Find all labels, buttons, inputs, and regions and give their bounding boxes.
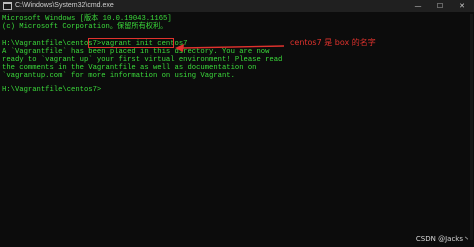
close-button[interactable]: ✕ [452,0,472,12]
console-line: ready to `vagrant up` your first virtual… [2,56,283,64]
watermark: CSDN @Jacks丶 [415,235,470,243]
console-line: Microsoft Windows [版本 10.0.19043.1165] [2,15,172,23]
annotation-arrow-icon [175,44,285,52]
command-highlight-box [88,38,174,48]
console-output[interactable]: Microsoft Windows [版本 10.0.19043.1165] (… [0,12,474,247]
cmd-window: C:\Windows\System32\cmd.exe — ☐ ✕ Micros… [0,0,474,247]
window-title: C:\Windows\System32\cmd.exe [15,2,114,9]
minimize-button[interactable]: — [408,0,428,12]
console-line: (c) Microsoft Corporation。保留所有权利。 [2,23,168,31]
maximize-button[interactable]: ☐ [430,0,450,12]
annotation-label: centos7 是 box 的名字 [290,38,376,47]
title-bar[interactable]: C:\Windows\System32\cmd.exe — ☐ ✕ [0,0,474,12]
console-prompt[interactable]: H:\Vagrantfile\centos7> [2,86,101,94]
scrollbar[interactable] [470,14,473,240]
cmd-app-icon [3,2,12,10]
console-line: `vagrantup.com` for more information on … [2,72,235,80]
console-line: the comments in the Vagrantfile as well … [2,64,257,72]
